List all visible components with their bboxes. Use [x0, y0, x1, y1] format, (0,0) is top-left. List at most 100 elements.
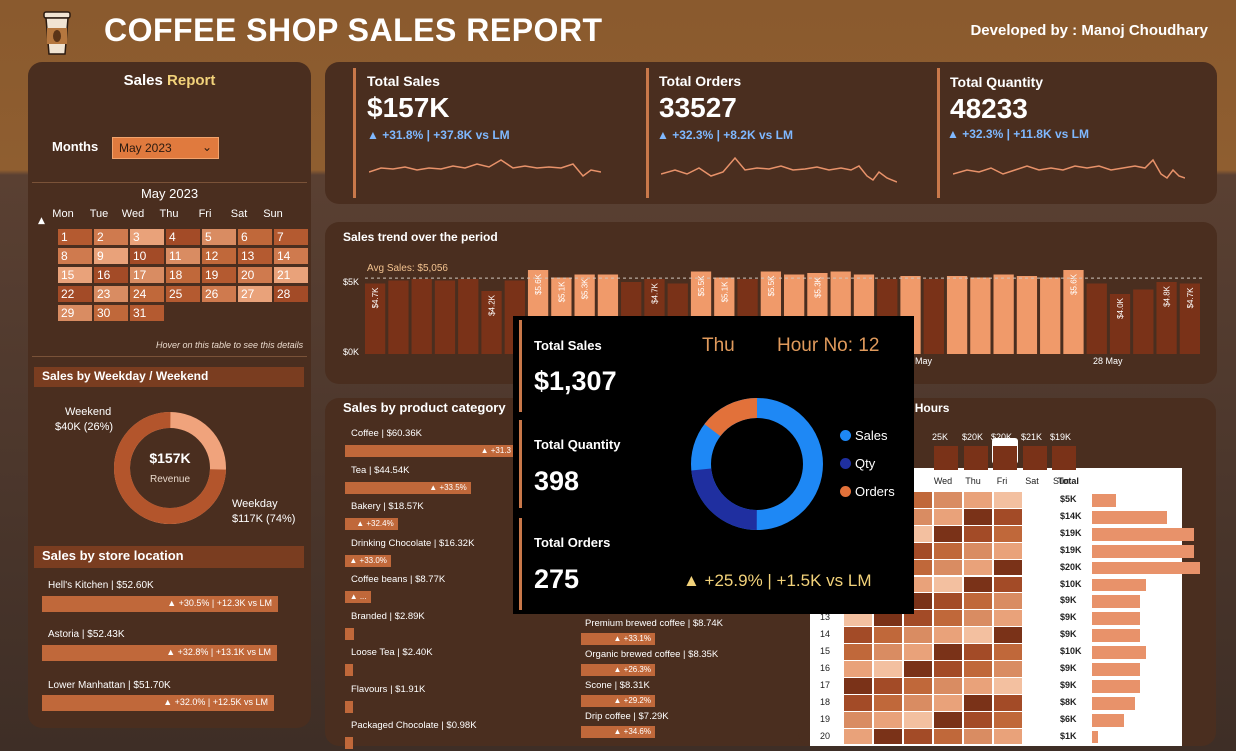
heatmap-cell[interactable]	[934, 576, 962, 593]
heatmap-total-bar[interactable]	[1092, 679, 1141, 693]
heatmap-total-bar[interactable]	[1092, 696, 1135, 710]
calendar-day-3[interactable]: 3	[130, 229, 164, 245]
trend-bar[interactable]	[388, 280, 409, 355]
calendar-day-1[interactable]: 1	[58, 229, 92, 245]
heatmap-cell[interactable]	[964, 644, 992, 660]
heatmap-cell[interactable]	[994, 542, 1022, 559]
weekday-weekend-donut[interactable]	[112, 410, 228, 526]
heatmap-total-bar[interactable]	[1092, 612, 1141, 626]
heatmap-total-bar[interactable]	[1092, 713, 1124, 727]
heatmap-cell[interactable]	[844, 677, 872, 694]
heatmap-cell[interactable]	[934, 644, 962, 660]
category-bar[interactable]: ▲ +33.5%	[345, 481, 471, 494]
calendar-day-29[interactable]: 29	[58, 305, 92, 321]
category-bar[interactable]: ▲ +32.4%	[345, 518, 398, 530]
heatmap-cell[interactable]	[964, 559, 992, 576]
heatmap-cell[interactable]	[964, 627, 992, 644]
heatmap-cell[interactable]	[904, 644, 932, 660]
heatmap-total-bar[interactable]	[1092, 578, 1146, 592]
heatmap-cell[interactable]	[994, 559, 1022, 576]
category-bar[interactable]	[345, 737, 353, 749]
heatmap-cell[interactable]	[934, 525, 962, 542]
heatmap-cell[interactable]	[934, 559, 962, 576]
heatmap-cell[interactable]	[964, 508, 992, 525]
category-bar[interactable]: ▲ ...	[345, 591, 371, 603]
calendar-day-2[interactable]: 2	[94, 229, 128, 245]
trend-bar[interactable]	[993, 274, 1014, 355]
heatmap-cell[interactable]	[904, 661, 932, 677]
heatmap-cell[interactable]	[964, 593, 992, 610]
heatmap-cell[interactable]	[904, 627, 932, 644]
calendar-day-10[interactable]: 10	[130, 248, 164, 264]
heatmap-total-bar[interactable]	[1092, 663, 1141, 676]
product-type-bar[interactable]: ▲ +33.1%	[581, 633, 655, 645]
calendar-day-11[interactable]: 11	[166, 248, 200, 264]
calendar-day-14[interactable]: 14	[274, 248, 308, 264]
heatmap-cell[interactable]	[994, 661, 1022, 677]
heatmap-cell[interactable]	[934, 542, 962, 559]
heatmap-cell[interactable]	[994, 525, 1022, 542]
calendar-day-17[interactable]: 17	[130, 267, 164, 283]
heatmap-cell[interactable]	[994, 508, 1022, 525]
heatmap-cell[interactable]	[904, 694, 932, 711]
calendar-day-31[interactable]: 31	[130, 305, 164, 321]
trend-bar[interactable]	[434, 280, 456, 355]
trend-bar[interactable]	[923, 279, 944, 354]
heatmap-cell[interactable]	[964, 492, 992, 508]
heatmap-cell[interactable]	[994, 644, 1022, 660]
calendar-day-4[interactable]: 4	[166, 229, 200, 245]
calendar-day-28[interactable]: 28	[274, 286, 308, 302]
heatmap-cell[interactable]	[844, 711, 872, 728]
heatmap-total-bar[interactable]	[1092, 629, 1141, 643]
calendar-day-13[interactable]: 13	[238, 248, 272, 264]
calendar-day-24[interactable]: 24	[130, 286, 164, 302]
heatmap-total-bar[interactable]	[1092, 527, 1195, 541]
heatmap-total-bar[interactable]	[1092, 646, 1146, 659]
calendar-day-5[interactable]: 5	[202, 229, 236, 245]
heatmap-cell[interactable]	[934, 694, 962, 711]
heatmap-cell[interactable]	[964, 542, 992, 559]
calendar-day-25[interactable]: 25	[166, 286, 200, 302]
calendar-day-9[interactable]: 9	[94, 248, 128, 264]
heatmap-cell[interactable]	[934, 508, 962, 525]
heatmap-cell[interactable]	[874, 677, 902, 694]
heatmap-cell[interactable]	[844, 694, 872, 711]
heatmap-cell[interactable]	[994, 593, 1022, 610]
heatmap-cell[interactable]	[934, 711, 962, 728]
months-dropdown[interactable]: May 2023 ⌄	[112, 137, 219, 159]
heatmap-top-bar[interactable]	[1052, 446, 1076, 470]
trend-bar[interactable]	[1086, 283, 1107, 355]
calendar-day-23[interactable]: 23	[94, 286, 128, 302]
trend-bar[interactable]	[1040, 277, 1061, 355]
heatmap-cell[interactable]	[994, 627, 1022, 644]
heatmap-cell[interactable]	[844, 728, 872, 745]
heatmap-cell[interactable]	[874, 711, 902, 728]
category-bar[interactable]	[345, 664, 353, 676]
store-bar-astoria[interactable]: ▲ +32.8% | +13.1K vs LM	[42, 645, 277, 661]
heatmap-cell[interactable]	[934, 627, 962, 644]
store-bar-hells-kitchen[interactable]: ▲ +30.5% | +12.3K vs LM	[42, 596, 278, 612]
heatmap-top-bar[interactable]	[1023, 446, 1047, 470]
store-bar-lower-manhattan[interactable]: ▲ +32.0% | +12.5K vs LM	[42, 695, 274, 711]
collapse-up-icon[interactable]: ▲	[38, 216, 45, 226]
calendar-day-7[interactable]: 7	[274, 229, 308, 245]
calendar-day-6[interactable]: 6	[238, 229, 272, 245]
heatmap-cell[interactable]	[934, 728, 962, 745]
calendar-day-20[interactable]: 20	[238, 267, 272, 283]
calendar-day-12[interactable]: 12	[202, 248, 236, 264]
heatmap-cell[interactable]	[964, 661, 992, 677]
heatmap-cell[interactable]	[964, 525, 992, 542]
heatmap-cell[interactable]	[874, 644, 902, 660]
heatmap-cell[interactable]	[934, 610, 962, 627]
heatmap-cell[interactable]	[964, 677, 992, 694]
heatmap-cell[interactable]	[904, 728, 932, 745]
heatmap-total-bar[interactable]	[1092, 544, 1195, 558]
heatmap-top-bar[interactable]	[934, 446, 958, 470]
heatmap-cell[interactable]	[844, 627, 872, 644]
heatmap-cell[interactable]	[874, 694, 902, 711]
trend-bar[interactable]	[970, 277, 991, 355]
heatmap-cell[interactable]	[964, 576, 992, 593]
heatmap-cell[interactable]	[904, 677, 932, 694]
heatmap-cell[interactable]	[994, 492, 1022, 508]
heatmap-cell[interactable]	[934, 661, 962, 677]
